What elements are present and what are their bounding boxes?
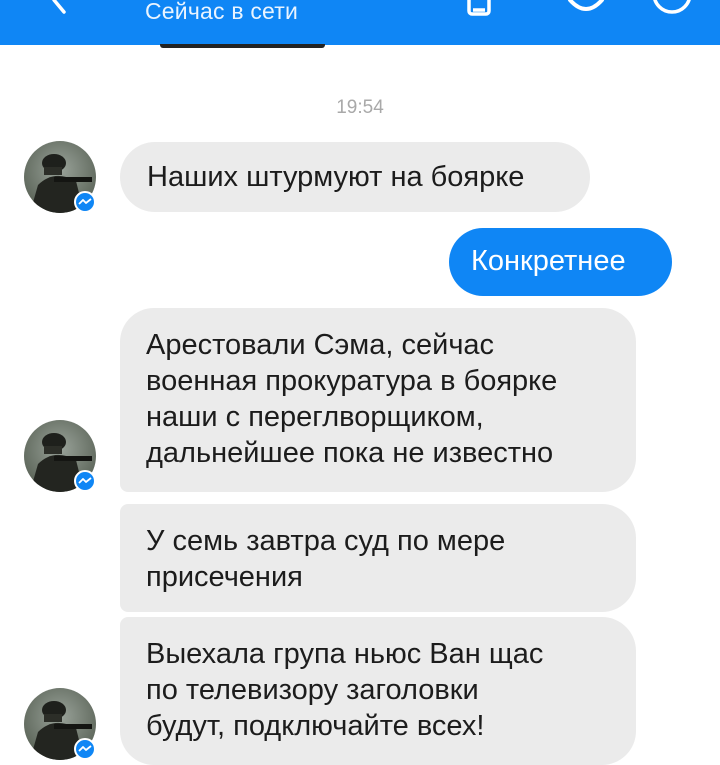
contact-avatar[interactable] <box>24 688 96 760</box>
message-text-line: военная прокуратура в боярке <box>146 365 558 397</box>
incoming-message-bubble[interactable]: У семь завтра суд по мере присечения <box>120 504 636 612</box>
message-timestamp: 19:54 <box>336 97 384 118</box>
online-status: Сейчас в сети <box>145 0 299 24</box>
incoming-message-bubble[interactable]: Арестовали Сэма, сейчас военная прокурат… <box>120 308 636 492</box>
message-text-line: будут, подключайте всех! <box>146 710 485 742</box>
message-text-line: наши с переглворщиком, <box>146 401 484 433</box>
header-scroll-remnant <box>160 44 325 48</box>
incoming-message-bubble[interactable]: Наших штурмуют на боярке <box>120 142 590 212</box>
incoming-message-bubble[interactable]: Выехала група ньюс Ван щас по телевизору… <box>120 617 636 765</box>
phone-icon[interactable] <box>462 0 496 18</box>
message-text-line: Наших штурмуют на боярке <box>147 161 525 193</box>
message-text-line: Конкретнее <box>471 245 626 277</box>
message-text-line: Выехала група ньюс Ван щас <box>146 638 544 670</box>
info-icon[interactable] <box>650 0 694 18</box>
back-arrow-icon[interactable] <box>44 0 74 16</box>
video-camera-icon[interactable] <box>566 0 610 18</box>
contact-avatar[interactable] <box>24 141 96 213</box>
contact-avatar[interactable] <box>24 420 96 492</box>
messenger-badge-icon <box>74 738 96 760</box>
outgoing-message-bubble[interactable]: Конкретнее <box>449 228 672 296</box>
messenger-badge-icon <box>74 191 96 213</box>
message-text-line: по телевизору заголовки <box>146 674 479 706</box>
message-text-line: Арестовали Сэма, сейчас <box>146 329 495 361</box>
messenger-badge-icon <box>74 470 96 492</box>
message-text-line: У семь завтра суд по мере <box>146 525 506 557</box>
chat-header: Сейчас в сети <box>0 0 720 45</box>
message-text-line: дальнейшее пока не известно <box>146 437 554 469</box>
message-text-line: присечения <box>146 561 303 593</box>
